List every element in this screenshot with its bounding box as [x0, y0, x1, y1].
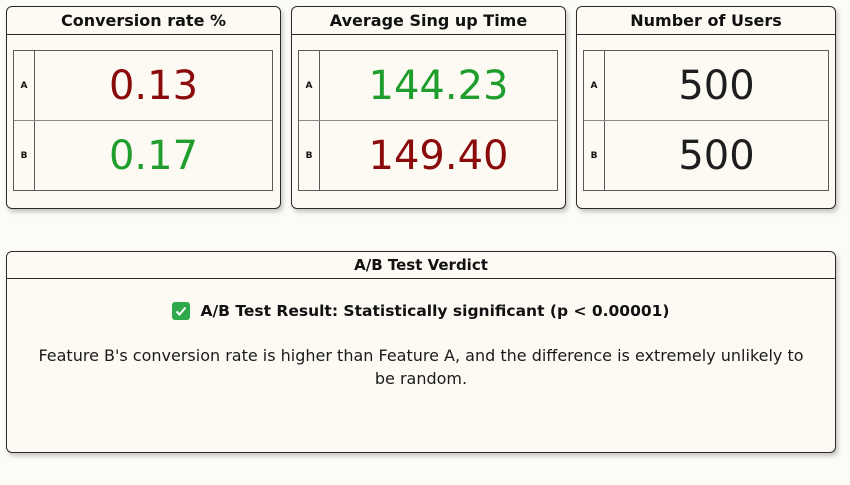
- metric-row-b: B 500: [584, 120, 828, 190]
- average-signup-time-card: Average Sing up Time A 144.23 B 149.40: [291, 6, 566, 209]
- number-of-users-card: Number of Users A 500 B 500: [576, 6, 836, 209]
- metric-table: A 0.13 B 0.17: [13, 50, 273, 191]
- row-label: B: [299, 121, 320, 190]
- verdict-description: Feature B's conversion rate is higher th…: [38, 346, 804, 388]
- metric-value: 500: [678, 132, 755, 179]
- metric-row-b: B 149.40: [299, 120, 557, 190]
- verdict-title: A/B Test Verdict: [7, 252, 835, 279]
- card-title: Number of Users: [577, 7, 835, 35]
- card-title: Average Sing up Time: [292, 7, 565, 35]
- metric-row-a: A 500: [584, 51, 828, 120]
- check-icon: [172, 302, 191, 320]
- metric-value: 144.23: [368, 62, 509, 109]
- metric-value: 149.40: [368, 132, 509, 179]
- verdict-result: A/B Test Result: Statistically significa…: [7, 302, 835, 320]
- row-label: A: [14, 51, 35, 120]
- row-label: A: [584, 51, 605, 120]
- verdict-card: A/B Test Verdict A/B Test Result: Statis…: [6, 251, 836, 453]
- metric-value: 500: [678, 62, 755, 109]
- metric-row-a: A 0.13: [14, 51, 272, 120]
- metric-value: 0.13: [108, 62, 199, 109]
- metric-row-b: B 0.17: [14, 120, 272, 190]
- row-label: A: [299, 51, 320, 120]
- verdict-result-text: A/B Test Result: Statistically significa…: [200, 302, 670, 320]
- conversion-rate-card: Conversion rate % A 0.13 B 0.17: [6, 6, 281, 209]
- row-label: B: [14, 121, 35, 190]
- row-label: B: [584, 121, 605, 190]
- metric-table: A 144.23 B 149.40: [298, 50, 558, 191]
- metric-value: 0.17: [108, 132, 199, 179]
- metric-row-a: A 144.23: [299, 51, 557, 120]
- metric-table: A 500 B 500: [583, 50, 829, 191]
- card-title: Conversion rate %: [7, 7, 280, 35]
